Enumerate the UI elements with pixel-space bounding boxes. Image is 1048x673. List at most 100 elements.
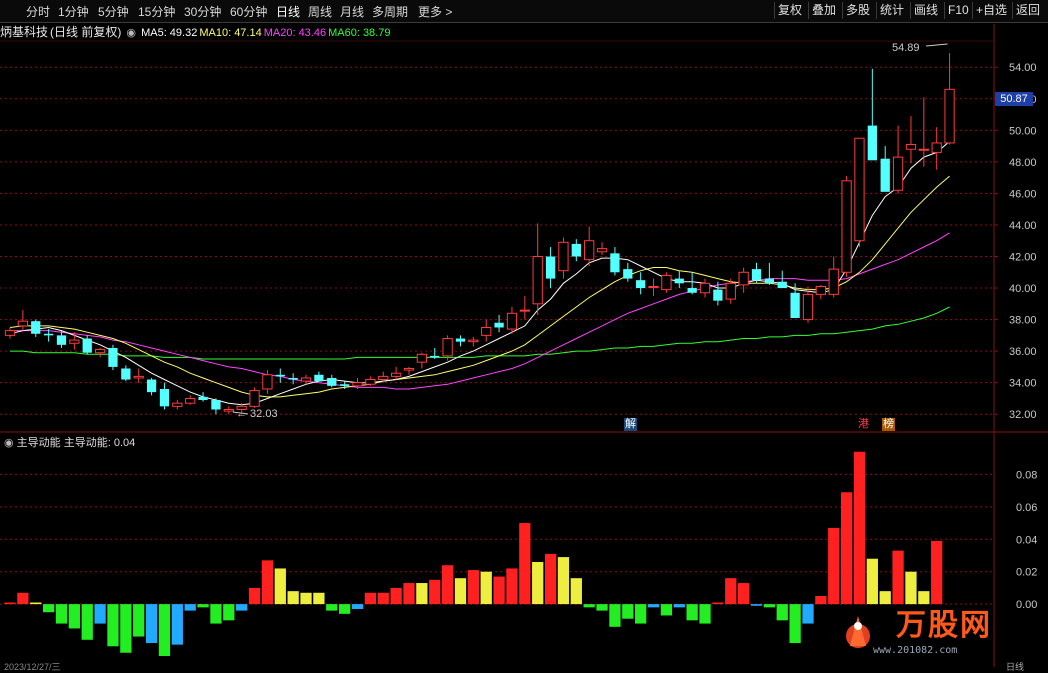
candle-5	[69, 332, 80, 350]
price-tick-label: 34.00	[1009, 378, 1037, 390]
indicator-bar-63	[815, 596, 827, 605]
indicator-bar-23	[300, 592, 312, 605]
price-tick-label: 42.00	[1009, 252, 1037, 264]
indicator-bar-38	[493, 576, 505, 605]
candle-70	[905, 116, 917, 164]
indicator-bar-32	[416, 583, 428, 605]
candle-body	[777, 281, 787, 289]
peak-arrow	[925, 43, 948, 47]
candle-31	[403, 366, 415, 375]
indicator-bar-26	[339, 604, 351, 614]
tag-bang[interactable]: 榜	[882, 418, 895, 431]
indicator-bar-1	[17, 592, 29, 605]
indicator-bar-21	[274, 568, 286, 605]
indicator-bar-15	[197, 604, 209, 608]
indicator-bar-2	[30, 602, 42, 605]
candle-body	[327, 377, 337, 386]
candle-body	[648, 285, 659, 288]
indicator-bar-12	[158, 604, 171, 656]
candle-body	[430, 355, 440, 358]
candle-body	[751, 269, 762, 281]
candle-39	[506, 306, 518, 334]
candle-body	[262, 374, 273, 390]
tag-jie[interactable]: 解	[624, 418, 637, 431]
indicator-bar-35	[454, 578, 467, 605]
candle-8	[108, 344, 118, 371]
candle-body	[288, 377, 298, 380]
indicator-bar-61	[789, 604, 801, 644]
candle-21	[275, 368, 285, 383]
indicator-bar-64	[828, 527, 840, 605]
indicator-bar-50	[647, 604, 660, 608]
candle-69	[892, 125, 904, 194]
candle-2	[31, 319, 41, 337]
candle-body	[584, 240, 595, 261]
price-tick-label: 50.00	[1009, 125, 1037, 137]
low-price-label: ← 32.03	[236, 408, 278, 420]
candle-body	[713, 289, 723, 301]
indicator-bar-59	[763, 604, 776, 608]
candle-59	[764, 262, 775, 285]
candle-body	[172, 402, 183, 407]
current-price-label: 50.87	[995, 92, 1033, 106]
indicator-bar-41	[532, 561, 544, 605]
indicator-bar-5	[68, 604, 80, 629]
candle-57	[738, 267, 749, 293]
price-tick-label: 32.00	[1009, 409, 1037, 421]
candle-body	[159, 388, 170, 407]
indicator-bar-3	[42, 604, 55, 613]
candle-63	[815, 284, 826, 300]
candle-53	[687, 272, 697, 295]
price-axis: 32.00 34.00 36.00 38.00 40.00 42.00 44.00 46.00…	[232, 43, 1037, 611]
candle-body	[94, 349, 106, 354]
candle-23	[300, 374, 312, 385]
kline-chart[interactable]: 32.00 34.00 36.00 38.00 40.00 42.00 44.00 46.00…	[0, 0, 1048, 667]
candle-54	[699, 278, 711, 298]
candle-32	[416, 352, 427, 369]
candle-body	[223, 408, 234, 412]
candle-body	[390, 372, 402, 377]
candle-body	[403, 367, 415, 371]
candle-body	[636, 280, 646, 289]
indicator-bar-30	[390, 587, 402, 605]
indicator-bar-52	[673, 604, 685, 608]
watermark-url: www.201082.com	[873, 645, 958, 656]
candle-11	[146, 377, 157, 396]
ma-lines	[9, 141, 950, 406]
indicator-bar-6	[81, 604, 93, 640]
tag-gang[interactable]: 港	[857, 418, 870, 431]
indicator-bar-0	[4, 602, 16, 605]
indicator-bar-28	[364, 592, 377, 605]
candle-body	[892, 156, 904, 191]
candle-body	[69, 339, 80, 344]
indicator-bar-57	[737, 583, 750, 605]
indicator-name[interactable]: 主导动能	[17, 437, 61, 449]
candle-16	[211, 398, 221, 415]
indicator-bar-16	[210, 604, 222, 624]
candle-0	[4, 327, 16, 339]
candle-67	[867, 68, 877, 161]
candle-body	[185, 397, 196, 404]
indicator-bar-51	[660, 604, 673, 616]
candle-body	[481, 326, 492, 336]
collapse-icon[interactable]: ◉	[4, 437, 14, 449]
candle-36	[468, 336, 479, 347]
ma5-line	[9, 141, 950, 406]
indicator-bar-65	[840, 492, 853, 605]
price-tick-label: 54.00	[1009, 62, 1037, 74]
candle-body	[841, 180, 852, 273]
candle-33	[430, 347, 440, 360]
candle-body	[416, 353, 427, 363]
indicator-bar-9	[120, 604, 132, 653]
candle-50	[648, 278, 659, 296]
candle-body	[918, 148, 929, 151]
indicator-bar-31	[403, 583, 415, 605]
candle-body	[56, 335, 67, 345]
indicator-bar-66	[853, 451, 866, 605]
indicator-bar-43	[557, 557, 570, 605]
candle-48	[623, 262, 633, 282]
candle-60	[777, 270, 787, 289]
candle-25	[327, 374, 337, 388]
indicator-bar-24	[313, 592, 325, 605]
candle-body	[880, 158, 890, 192]
